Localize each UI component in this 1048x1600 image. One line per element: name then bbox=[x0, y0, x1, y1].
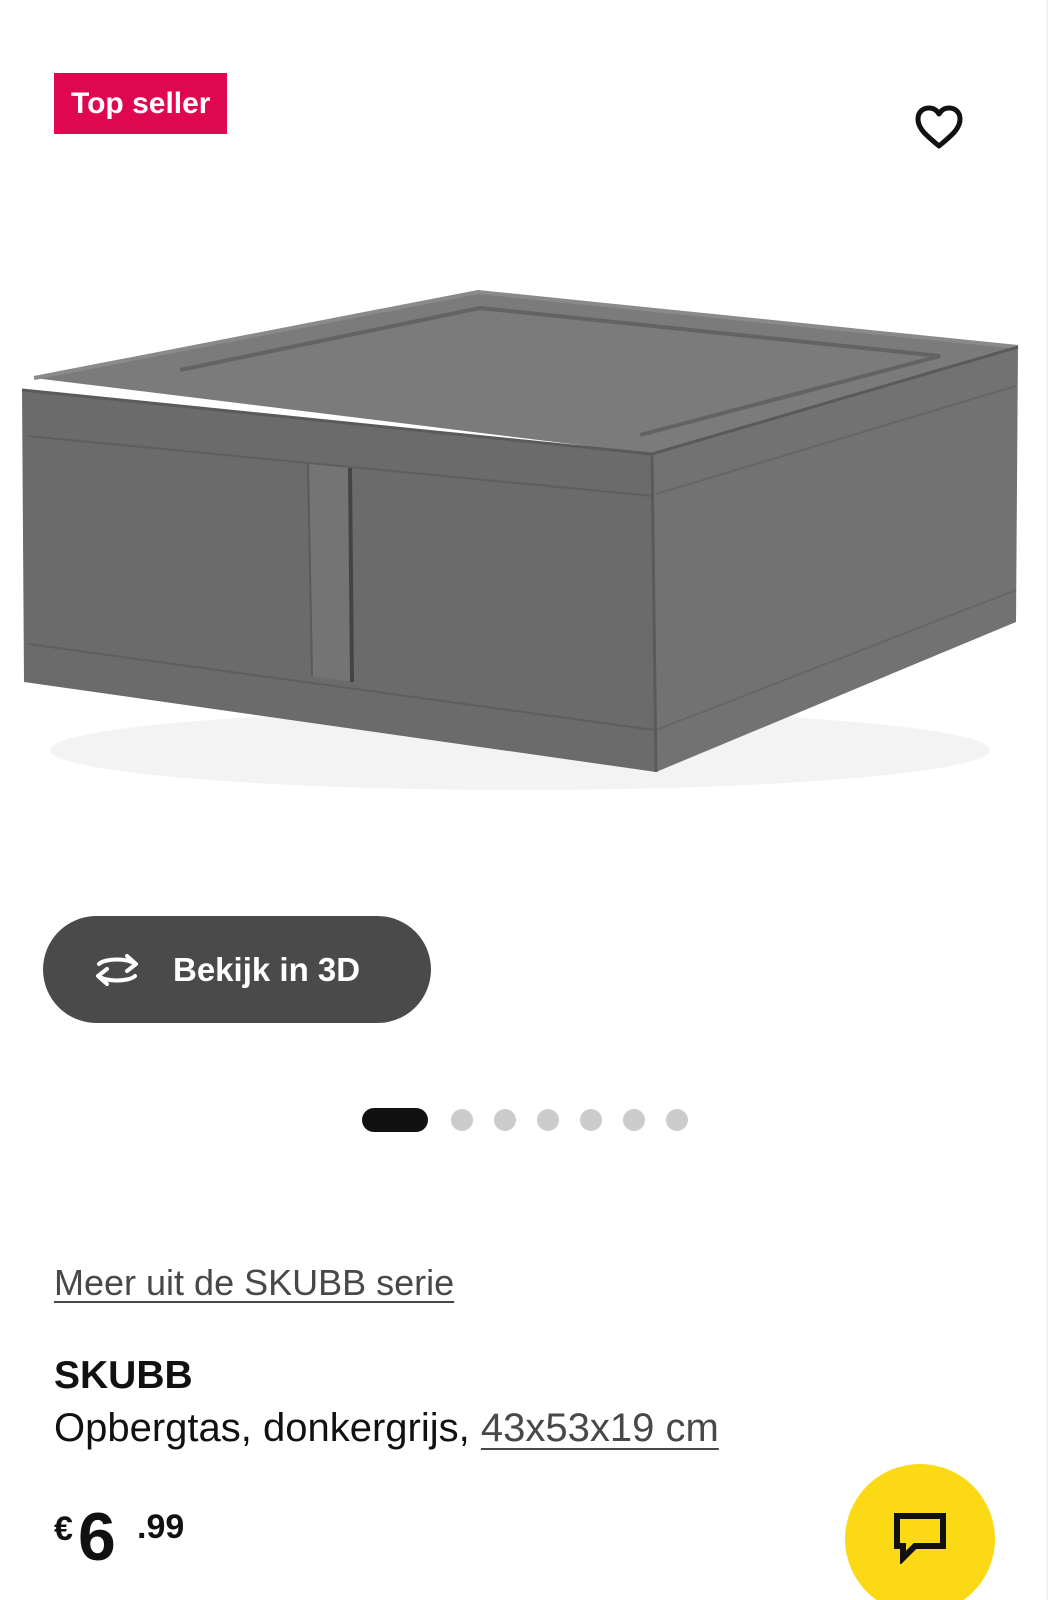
product-description: Opbergtas, donkergrijs, 43x53x19 cm bbox=[54, 1406, 719, 1451]
carousel-dot[interactable] bbox=[623, 1109, 645, 1131]
price-integer: 6 bbox=[78, 1499, 116, 1575]
favorite-button[interactable] bbox=[906, 96, 972, 162]
chat-bubble-icon bbox=[891, 1510, 949, 1569]
chat-button[interactable] bbox=[845, 1464, 995, 1600]
top-seller-badge: Top seller bbox=[54, 73, 228, 134]
series-link[interactable]: Meer uit de SKUBB serie bbox=[54, 1262, 454, 1304]
view-in-3d-label: Bekijk in 3D bbox=[173, 951, 361, 988]
carousel-dot[interactable] bbox=[580, 1109, 602, 1131]
carousel-dot[interactable] bbox=[451, 1109, 473, 1131]
rotate-3d-icon bbox=[89, 950, 145, 990]
product-name: SKUBB bbox=[54, 1354, 193, 1397]
carousel-dot[interactable] bbox=[666, 1109, 688, 1131]
product-description-text: Opbergtas, donkergrijs, bbox=[54, 1406, 470, 1450]
price-decimals: .99 bbox=[137, 1508, 185, 1546]
dimensions-link[interactable]: 43x53x19 cm bbox=[481, 1406, 719, 1450]
carousel-dot[interactable] bbox=[494, 1109, 516, 1131]
product-image[interactable] bbox=[0, 250, 1048, 930]
view-in-3d-button[interactable]: Bekijk in 3D bbox=[43, 916, 431, 1023]
heart-outline-icon bbox=[914, 104, 964, 155]
price-currency: € bbox=[54, 1510, 73, 1548]
product-page: Top seller Bekijk in 3D Meer uit de SKUB… bbox=[0, 0, 1048, 1600]
carousel-dot-active[interactable] bbox=[362, 1108, 428, 1132]
carousel-dot[interactable] bbox=[537, 1109, 559, 1131]
carousel-indicator bbox=[362, 1108, 688, 1132]
